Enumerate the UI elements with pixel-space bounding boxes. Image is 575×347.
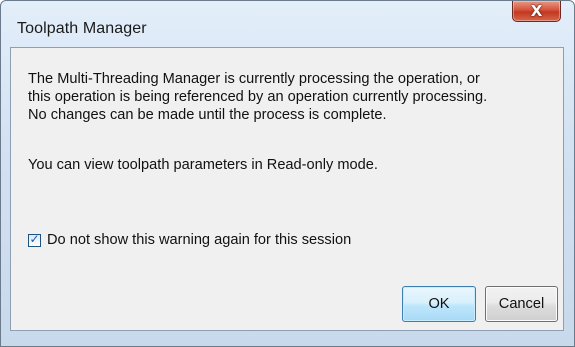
dont-show-again-option[interactable]: ✓ Do not show this warning again for thi… bbox=[28, 231, 351, 249]
cancel-button[interactable]: Cancel bbox=[485, 286, 558, 322]
close-button[interactable]: X bbox=[512, 1, 561, 22]
warning-message: The Multi-Threading Manager is currently… bbox=[28, 70, 558, 124]
message-line: No changes can be made until the process… bbox=[28, 107, 387, 123]
ok-button[interactable]: OK bbox=[402, 286, 476, 322]
dont-show-again-checkbox[interactable]: ✓ bbox=[28, 231, 41, 247]
read-only-info: You can view toolpath parameters in Read… bbox=[28, 157, 378, 173]
message-line: The Multi-Threading Manager is currently… bbox=[28, 71, 480, 87]
message-line: this operation is being referenced by an… bbox=[28, 89, 488, 105]
checkmark-icon: ✓ bbox=[29, 231, 40, 246]
dont-show-again-label[interactable]: Do not show this warning again for this … bbox=[47, 232, 351, 248]
title-bar[interactable]: Toolpath Manager X bbox=[1, 1, 574, 46]
window-title: Toolpath Manager bbox=[17, 20, 147, 37]
dialog-window: Toolpath Manager X The Multi-Threading M… bbox=[0, 0, 575, 347]
close-icon: X bbox=[530, 2, 543, 20]
